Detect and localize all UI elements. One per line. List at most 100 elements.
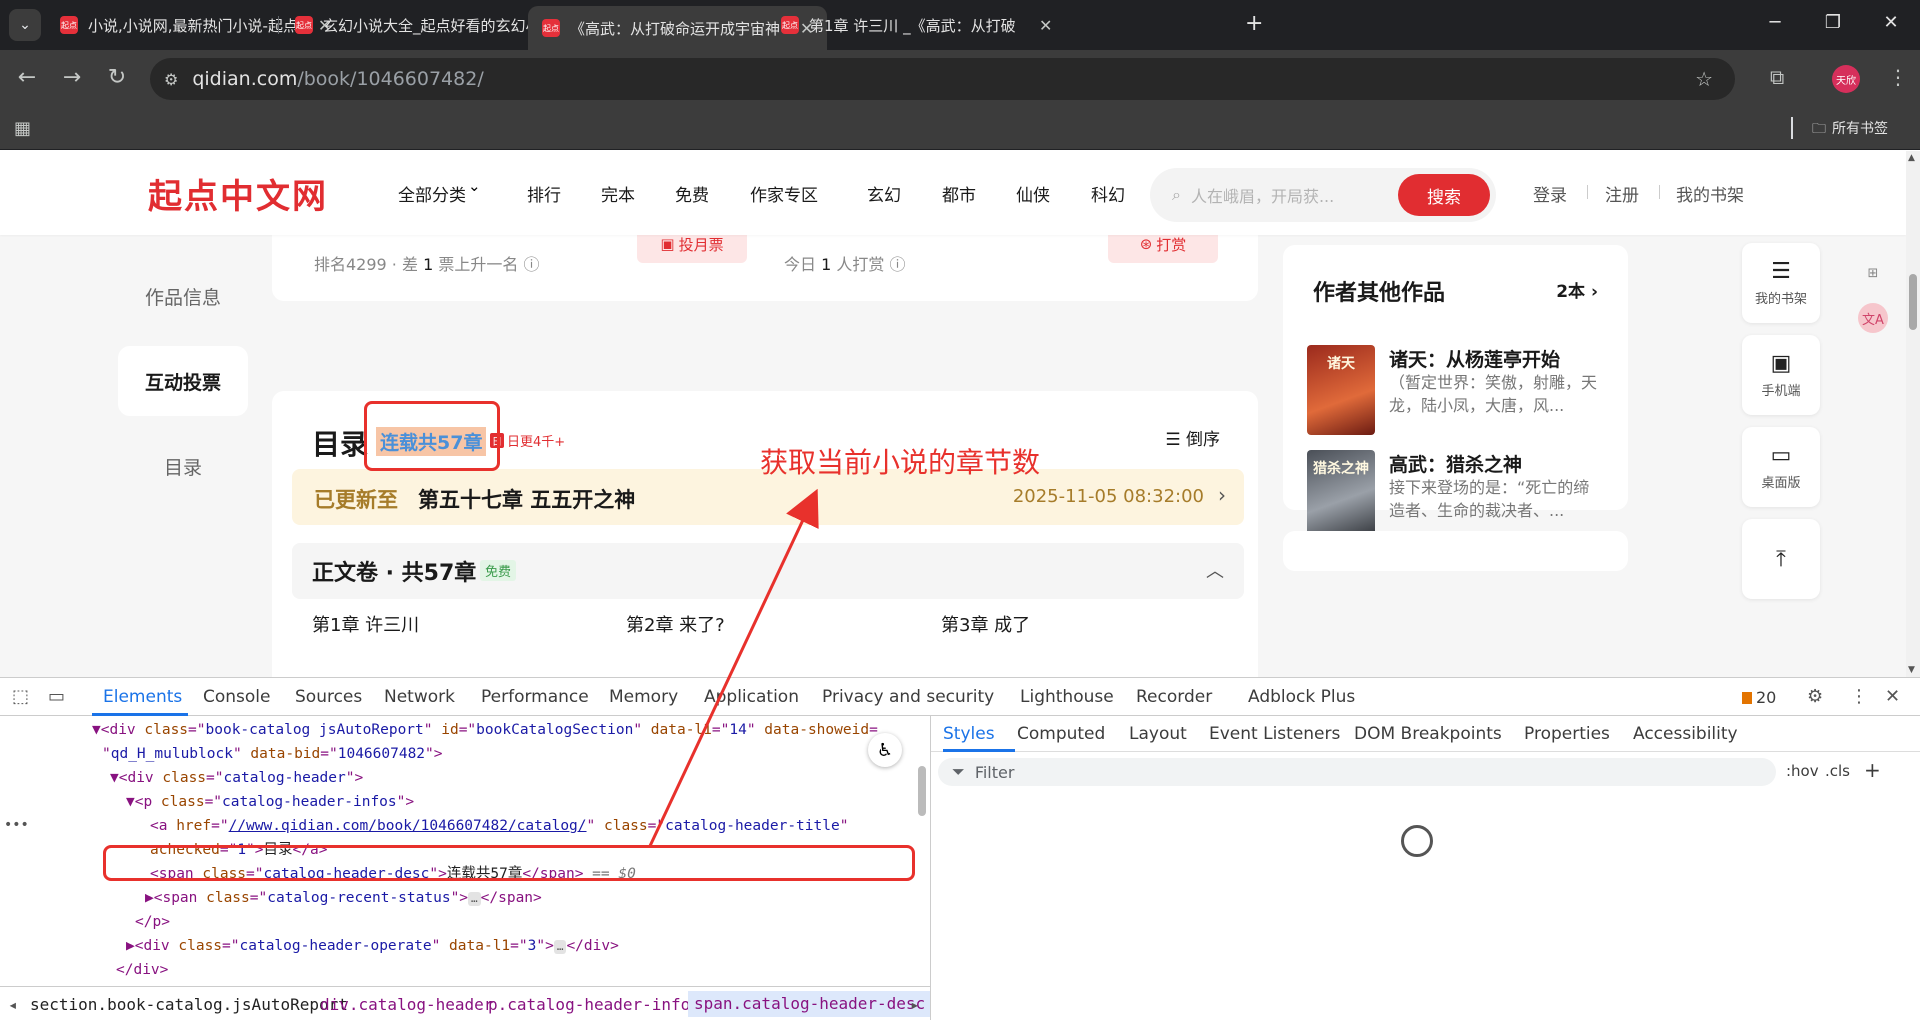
devtools-tab[interactable]: Network <box>384 687 455 707</box>
bookmark-star-icon[interactable]: ☆ <box>1695 67 1713 91</box>
devtools-tab[interactable]: Sources <box>295 687 362 707</box>
devtools-tab[interactable]: Lighthouse <box>1020 687 1114 707</box>
all-bookmarks-folder[interactable]: 🗀 所有书签 <box>1812 118 1888 142</box>
devtools-tab[interactable]: Elements <box>103 687 182 707</box>
left-nav-item[interactable]: 作品信息 <box>118 261 248 331</box>
chapter-link[interactable]: 第3章 成了 <box>941 611 1030 637</box>
extensions-icon[interactable]: ⧉ <box>1770 65 1784 89</box>
devtools-tab[interactable]: Performance <box>481 687 589 707</box>
tab-close-icon[interactable]: ✕ <box>1039 16 1052 35</box>
float-button[interactable]: ▣ 手机端 <box>1742 335 1820 415</box>
dom-node-line[interactable]: <a href="//www.qidian.com/book/104660748… <box>150 814 848 838</box>
profile-avatar[interactable]: 天欣 <box>1832 65 1860 93</box>
search-input[interactable]: 人在峨眉，开局获... <box>1191 183 1381 207</box>
nav-item[interactable]: 玄幻 <box>867 181 901 206</box>
dom-breadcrumb-item[interactable]: section.book-catalog.jsAutoReport <box>30 995 348 1014</box>
dom-node-line[interactable]: ▼<p class="catalog-header-infos"> <box>126 790 414 814</box>
float-button[interactable]: ☰ 我的书架 <box>1742 243 1820 323</box>
left-nav-item[interactable]: 目录 <box>118 431 248 501</box>
book-cover[interactable]: 猎杀之神 <box>1307 450 1375 540</box>
side-panel-icon[interactable]: ⊞ <box>1858 258 1888 288</box>
minimize-icon[interactable]: ─ <box>1760 12 1790 33</box>
browser-tab[interactable]: 起点 第1章 许三川 _《高武：从打破 ✕ <box>767 6 1066 44</box>
dom-node-line[interactable]: ▼<div class="catalog-header"> <box>110 766 363 790</box>
author-works-count[interactable]: 2本 › <box>1556 277 1598 302</box>
dom-node-line[interactable]: ▶<div class="catalog-header-operate" dat… <box>126 934 619 958</box>
devtools-tab[interactable]: Privacy and security <box>822 687 994 707</box>
catalog-title[interactable]: 目录 <box>312 423 368 463</box>
crumb-scroll-right-icon[interactable]: ▸ <box>910 995 920 1014</box>
apps-grid-icon[interactable]: ▦ <box>14 118 31 139</box>
device-toolbar-icon[interactable]: ▭ <box>48 686 65 707</box>
accessibility-tree-icon[interactable]: ♿ <box>868 733 902 767</box>
nav-item[interactable]: 作家专区 <box>750 181 818 206</box>
author-book-item[interactable]: 猎杀之神 高武：猎杀之神 接下来登场的是：“死亡的缔造者、生命的裁决者、... <box>1307 450 1597 540</box>
book-cover[interactable]: 诸天 <box>1307 345 1375 435</box>
styles-filter-input[interactable]: ⏷ Filter <box>938 758 1776 786</box>
new-style-rule-icon[interactable]: + <box>1864 758 1881 782</box>
devtools-tab[interactable]: Application <box>704 687 799 707</box>
styles-tab[interactable]: DOM Breakpoints <box>1354 724 1502 744</box>
node-actions-icon[interactable]: ••• <box>4 817 29 833</box>
cls-toggle[interactable]: .cls <box>1825 762 1850 780</box>
close-window-icon[interactable]: ✕ <box>1876 12 1906 33</box>
user-link[interactable]: 注册 <box>1605 181 1639 206</box>
devtools-tab[interactable]: Console <box>203 687 271 707</box>
forward-icon[interactable]: → <box>57 65 87 90</box>
site-info-icon[interactable]: ⚙ <box>164 70 178 89</box>
nav-item[interactable]: 完本 <box>601 181 635 206</box>
styles-tab[interactable]: Computed <box>1017 724 1105 744</box>
dom-node-line[interactable]: ▼<div class="book-catalog jsAutoReport" … <box>92 718 878 742</box>
float-button[interactable]: ⤒ <box>1742 519 1820 599</box>
book-name[interactable]: 诸天：从杨莲亭开始 <box>1389 345 1560 372</box>
close-devtools-icon[interactable]: ✕ <box>1885 686 1900 707</box>
nav-item[interactable]: 仙侠 <box>1016 181 1050 206</box>
dom-scrollbar[interactable] <box>916 716 928 986</box>
site-logo[interactable]: 起点中文网 <box>148 169 328 218</box>
styles-tab[interactable]: Layout <box>1129 724 1187 744</box>
nav-item[interactable]: 都市 <box>942 181 976 206</box>
chevron-up-icon[interactable]: ︿ <box>1206 557 1224 583</box>
user-link[interactable]: 登录 <box>1533 181 1567 206</box>
translate-icon[interactable]: 文A <box>1858 303 1888 333</box>
dom-node-line[interactable]: "qd_H_mulublock" data-bid="1046607482"> <box>102 742 443 766</box>
more-options-icon[interactable]: ⋮ <box>1850 686 1868 707</box>
crumb-scroll-left-icon[interactable]: ◂ <box>8 995 18 1014</box>
browser-menu-icon[interactable]: ⋮ <box>1888 65 1908 89</box>
inspect-element-icon[interactable]: ⬚ <box>12 686 29 707</box>
issues-counter[interactable]: 20 <box>1742 688 1776 707</box>
styles-tab[interactable]: Properties <box>1524 724 1610 744</box>
dom-node-line[interactable]: </p> <box>135 910 170 934</box>
back-icon[interactable]: ← <box>12 65 42 90</box>
left-nav-item[interactable]: 互动投票 <box>118 346 248 416</box>
book-name[interactable]: 高武：猎杀之神 <box>1389 450 1522 477</box>
page-scrollbar[interactable]: ▲ ▼ <box>1906 151 1920 677</box>
nav-item[interactable]: 免费 <box>675 181 709 206</box>
dom-node-line[interactable]: ▶<span class="catalog-recent-status">… </… <box>145 886 542 910</box>
search-button[interactable]: 搜索 <box>1398 174 1490 216</box>
tab-search-button[interactable]: ⌄ <box>9 9 41 41</box>
dom-node-line[interactable]: </div> <box>116 958 168 982</box>
nav-item[interactable]: 排行 <box>527 181 561 206</box>
address-bar[interactable]: ⚙ qidian.com/book/1046607482/ ☆ <box>150 58 1735 100</box>
dom-breadcrumb-item[interactable]: p.catalog-header-infos <box>488 995 700 1014</box>
reverse-order-button[interactable]: ☰ 倒序 <box>1165 425 1220 450</box>
dom-breadcrumb-item[interactable]: div.catalog-header <box>320 995 493 1014</box>
dom-breadcrumb-item[interactable]: span.catalog-header-desc <box>688 991 932 1017</box>
styles-tab[interactable]: Event Listeners <box>1209 724 1340 744</box>
scrollbar-thumb[interactable] <box>1909 274 1917 330</box>
hov-toggle[interactable]: :hov <box>1786 762 1819 780</box>
chapter-link[interactable]: 第1章 许三川 <box>312 611 419 637</box>
pane-divider[interactable] <box>930 716 931 1020</box>
author-book-item[interactable]: 诸天 诸天：从杨莲亭开始 （暂定世界：笑傲，射雕，天龙，陆小凤，大唐，风... <box>1307 345 1597 435</box>
user-link[interactable]: 我的书架 <box>1676 181 1744 206</box>
styles-tab[interactable]: Styles <box>943 724 995 744</box>
volume-header[interactable]: 正文卷 · 共57章 免费 ︿ <box>292 543 1244 599</box>
devtools-tab[interactable]: Memory <box>609 687 678 707</box>
new-tab-button[interactable]: + <box>1245 11 1263 36</box>
devtools-tab[interactable]: Recorder <box>1136 687 1212 707</box>
styles-tab[interactable]: Accessibility <box>1633 724 1738 744</box>
reload-icon[interactable]: ↻ <box>102 65 132 90</box>
float-button[interactable]: ▭ 桌面版 <box>1742 427 1820 507</box>
nav-item[interactable]: 科幻 <box>1091 181 1125 206</box>
